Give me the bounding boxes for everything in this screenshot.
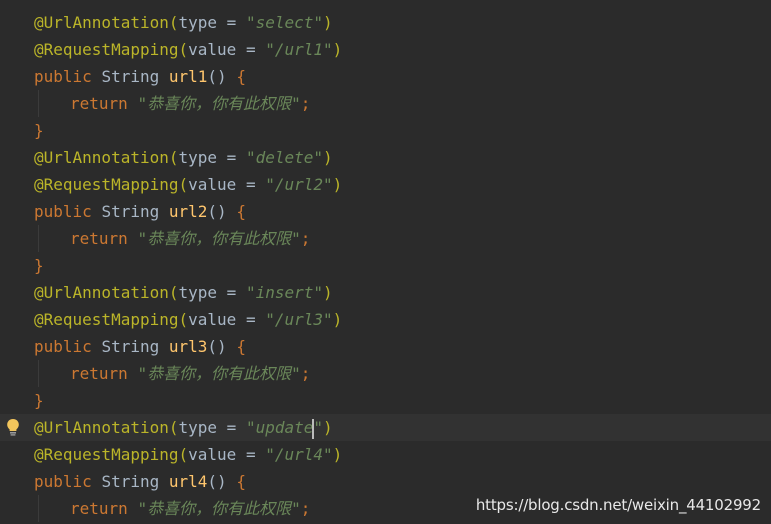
- code-editor[interactable]: @UrlAnnotation(type = "select") @Request…: [0, 0, 771, 524]
- param-token: type: [178, 148, 218, 167]
- code-line[interactable]: @UrlAnnotation(type = "select"): [0, 9, 771, 36]
- type-token: String: [101, 337, 160, 356]
- code-line[interactable]: @RequestMapping(value = "/url4"): [0, 441, 771, 468]
- string-token: "恭喜你，你有此权限": [137, 94, 301, 113]
- annotation-token: @RequestMapping: [34, 310, 179, 329]
- annotation-token: @RequestMapping: [34, 175, 179, 194]
- code-line[interactable]: }: [0, 252, 771, 279]
- code-line[interactable]: public String url3() {: [0, 333, 771, 360]
- annotation-token: @UrlAnnotation: [34, 418, 169, 437]
- type-token: String: [101, 472, 160, 491]
- string-token: "delete": [245, 148, 323, 167]
- code-line[interactable]: @UrlAnnotation(type = "insert"): [0, 279, 771, 306]
- indent-guide: [34, 495, 70, 522]
- current-code-line[interactable]: @UrlAnnotation(type = "update"): [0, 414, 771, 441]
- string-token: ": [313, 418, 324, 437]
- type-token: String: [101, 67, 160, 86]
- string-token: "恭喜你，你有此权限": [137, 499, 301, 518]
- string-token: "/url1": [265, 40, 333, 59]
- string-token: "/url4": [265, 445, 333, 464]
- string-token: "update: [245, 418, 314, 437]
- keyword-token: public: [34, 337, 92, 356]
- code-line[interactable]: }: [0, 387, 771, 414]
- param-token: type: [178, 418, 218, 437]
- keyword-token: return: [70, 94, 128, 113]
- code-line[interactable]: public String url2() {: [0, 198, 771, 225]
- method-name-token: url1: [168, 67, 208, 86]
- annotation-token: @RequestMapping: [34, 445, 179, 464]
- code-line[interactable]: public String url1() {: [0, 63, 771, 90]
- param-token: type: [178, 13, 218, 32]
- code-line[interactable]: return "恭喜你，你有此权限";: [0, 225, 771, 252]
- keyword-token: public: [34, 67, 92, 86]
- code-line[interactable]: return "恭喜你，你有此权限";: [0, 90, 771, 117]
- indent-guide: [34, 225, 70, 252]
- param-token: type: [178, 283, 218, 302]
- param-token: value: [188, 445, 237, 464]
- keyword-token: public: [34, 202, 92, 221]
- method-name-token: url4: [168, 472, 208, 491]
- string-token: "select": [245, 13, 323, 32]
- code-line[interactable]: public String url4() {: [0, 468, 771, 495]
- annotation-token: @UrlAnnotation: [34, 13, 169, 32]
- code-line[interactable]: return "恭喜你，你有此权限";: [0, 360, 771, 387]
- type-token: String: [101, 202, 160, 221]
- keyword-token: public: [34, 472, 92, 491]
- string-token: "/url2": [265, 175, 333, 194]
- string-token: "恭喜你，你有此权限": [137, 229, 301, 248]
- keyword-token: return: [70, 499, 128, 518]
- indent-guide: [34, 90, 70, 117]
- annotation-token: @UrlAnnotation: [34, 148, 169, 167]
- code-line[interactable]: @RequestMapping(value = "/url3"): [0, 306, 771, 333]
- lightbulb-icon[interactable]: [6, 418, 20, 436]
- param-token: value: [188, 175, 237, 194]
- code-line[interactable]: }: [0, 117, 771, 144]
- method-name-token: url3: [168, 337, 208, 356]
- method-name-token: url2: [168, 202, 208, 221]
- annotation-token: @RequestMapping: [34, 40, 179, 59]
- keyword-token: return: [70, 364, 128, 383]
- code-area[interactable]: @UrlAnnotation(type = "select") @Request…: [0, 9, 771, 522]
- string-token: "insert": [245, 283, 323, 302]
- code-line[interactable]: @UrlAnnotation(type = "delete"): [0, 144, 771, 171]
- code-line[interactable]: @RequestMapping(value = "/url2"): [0, 171, 771, 198]
- watermark-text: https://blog.csdn.net/weixin_44102992: [475, 496, 761, 514]
- code-line[interactable]: @RequestMapping(value = "/url1"): [0, 36, 771, 63]
- param-token: value: [188, 310, 237, 329]
- keyword-token: return: [70, 229, 128, 248]
- string-token: "恭喜你，你有此权限": [137, 364, 301, 383]
- string-token: "/url3": [265, 310, 333, 329]
- annotation-token: @UrlAnnotation: [34, 283, 169, 302]
- indent-guide: [34, 360, 70, 387]
- param-token: value: [188, 40, 237, 59]
